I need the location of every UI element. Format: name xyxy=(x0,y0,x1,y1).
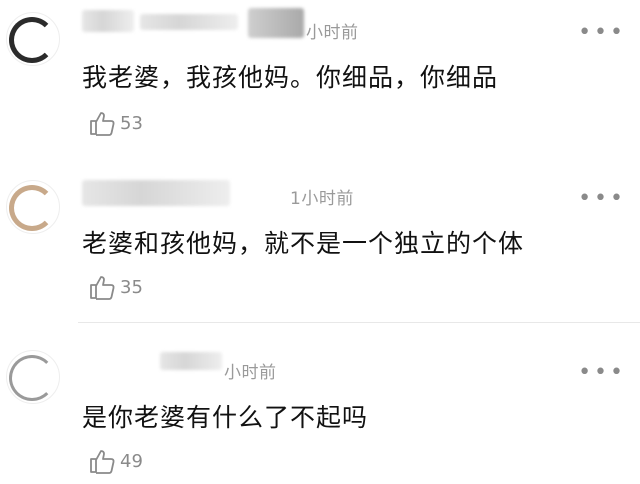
username-blurred[interactable] xyxy=(160,352,222,370)
thumbs-up-icon xyxy=(90,450,115,474)
comment-text: 是你老婆有什么了不起吗 xyxy=(82,403,369,432)
thumbs-up-icon xyxy=(90,112,115,136)
comment-text: 我老婆，我孩他妈。你细品，你细品 xyxy=(82,63,499,92)
username-blurred xyxy=(140,14,238,30)
avatar[interactable] xyxy=(6,350,60,404)
comment-item: 1小时前 ••• 老婆和孩他妈，就不是一个独立的个体 35 xyxy=(0,160,640,322)
like-count: 35 xyxy=(120,276,143,298)
comment-item: 小时前 ••• 我老婆，我孩他妈。你细品，你细品 53 xyxy=(0,0,640,160)
comment-item: 小时前 ••• 是你老婆有什么了不起吗 49 xyxy=(0,330,640,484)
comment-time: 1小时前 xyxy=(290,189,354,209)
comment-time: 小时前 xyxy=(224,363,277,383)
like-button[interactable]: 35 xyxy=(88,274,143,300)
like-button[interactable]: 53 xyxy=(88,110,143,136)
avatar-image xyxy=(9,185,55,231)
comment-text: 老婆和孩他妈，就不是一个独立的个体 xyxy=(82,229,525,258)
username-blurred xyxy=(248,8,304,38)
more-options-icon[interactable]: ••• xyxy=(578,188,626,210)
username-blurred[interactable] xyxy=(82,180,230,206)
thumbs-up-icon xyxy=(90,276,115,300)
like-count: 49 xyxy=(120,450,143,472)
avatar[interactable] xyxy=(6,180,60,234)
comment-time: 小时前 xyxy=(306,23,359,43)
avatar-image xyxy=(9,17,55,63)
divider xyxy=(78,322,640,323)
like-button[interactable]: 49 xyxy=(88,448,143,474)
more-options-icon[interactable]: ••• xyxy=(578,22,626,44)
avatar-image xyxy=(9,355,55,401)
avatar[interactable] xyxy=(6,12,60,66)
like-count: 53 xyxy=(120,112,143,134)
more-options-icon[interactable]: ••• xyxy=(578,362,626,384)
username-blurred[interactable] xyxy=(82,10,134,32)
